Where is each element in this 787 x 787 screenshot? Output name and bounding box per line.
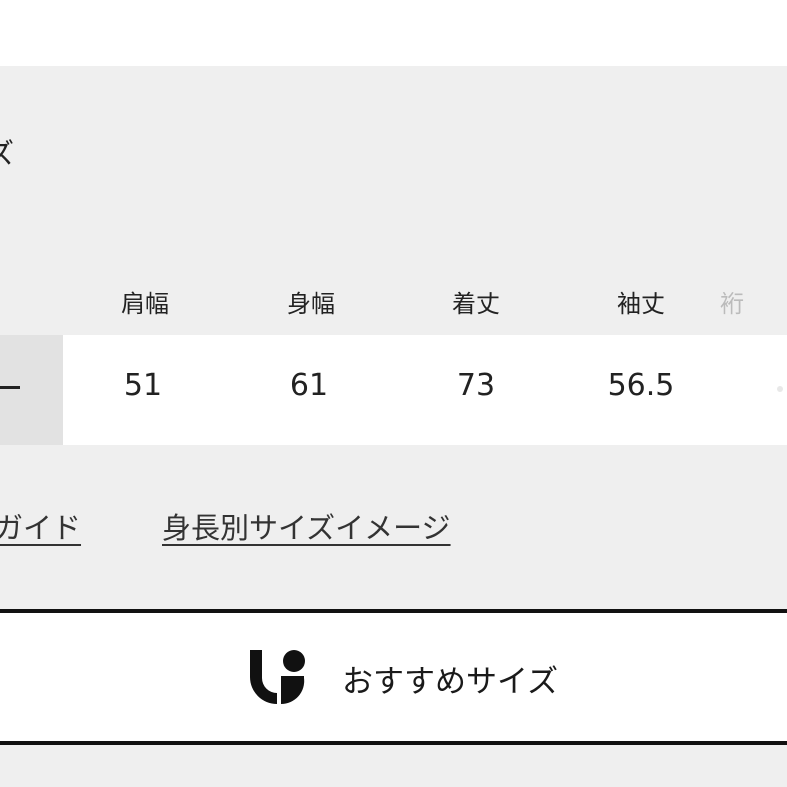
uniqlo-fit-icon (250, 650, 305, 705)
header-length: 着丈 (452, 290, 500, 318)
height-size-image-link[interactable]: 身長別サイズイメージ (162, 505, 451, 547)
top-margin (0, 0, 787, 66)
recommend-size-label: おすすめサイズ (342, 664, 559, 700)
size-guide-link[interactable]: ガイド (0, 505, 81, 547)
header-shoulder-width: 肩幅 (121, 290, 169, 318)
value-shoulder-width: 51 (123, 368, 163, 403)
value-length: 73 (456, 368, 496, 403)
header-cut-off: 裄 (720, 290, 744, 318)
value-body-width: 61 (289, 368, 329, 403)
row-size-label-dash (0, 386, 20, 389)
value-sleeve-length: 56.5 (607, 368, 675, 403)
value-cut-off (777, 386, 783, 392)
header-sleeve-length: 袖丈 (617, 290, 665, 318)
row-size-label-cell (0, 335, 63, 445)
header-body-width: 身幅 (287, 290, 335, 318)
section-heading: ズ (0, 137, 15, 170)
